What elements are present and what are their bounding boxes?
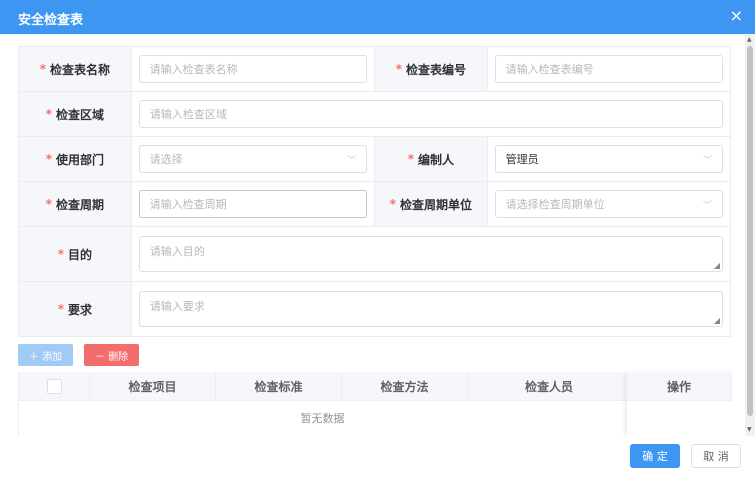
chevron-down-icon: ﹀ xyxy=(702,200,712,211)
scrollbar[interactable]: ▲ ▼ xyxy=(745,34,755,436)
dialog-header: 安全检查表 × xyxy=(0,0,755,34)
empty-text: 暂无数据 xyxy=(300,412,345,425)
period-input[interactable]: 请输入检查周期 xyxy=(138,190,367,218)
confirm-button[interactable]: 确 定 xyxy=(630,444,680,468)
form-row: * 要求 请输入要求 ◢ xyxy=(19,282,731,337)
action-column: 操作 xyxy=(626,372,732,436)
author-select[interactable]: 管理员 ﹀ xyxy=(494,145,723,173)
field-label: * 目的 xyxy=(19,227,132,281)
column-header: 检查项目 xyxy=(90,372,216,400)
table-header: 检查项目 检查标准 检查方法 检查人员 xyxy=(19,372,731,401)
field-label: * 检查表名称 xyxy=(19,47,132,91)
form-row: * 检查区域 请输入检查区域 xyxy=(19,92,731,137)
unit-select[interactable]: 请选择检查周期单位 ﹀ xyxy=(494,190,723,218)
field-label: * 检查表编号 xyxy=(375,47,488,91)
column-header: 检查标准 xyxy=(216,372,342,400)
purpose-textarea[interactable]: 请输入目的 ◢ xyxy=(138,236,723,272)
dialog-body: * 检查表名称 请输入检查表名称 * 检查表编号 请输入检查表编号 * 检查区域 请输… xyxy=(8,34,745,436)
delete-button[interactable]: － 删除 xyxy=(84,344,139,366)
field-label: * 检查周期 xyxy=(19,182,132,226)
dept-select[interactable]: 请选择 ﹀ xyxy=(138,145,367,173)
requirement-textarea[interactable]: 请输入要求 ◢ xyxy=(138,291,723,327)
dialog: 安全检查表 × * 检查表名称 请输入检查表名称 * 检查表编号 请输入检查表编号 … xyxy=(0,0,755,480)
dialog-footer: 确 定 取 消 xyxy=(0,436,755,480)
column-header: 检查人员 xyxy=(468,372,631,400)
column-header: 检查方法 xyxy=(342,372,468,400)
cancel-button[interactable]: 取 消 xyxy=(691,444,741,468)
add-button[interactable]: ＋ 添加 xyxy=(18,344,73,366)
resize-handle-icon[interactable]: ◢ xyxy=(714,316,720,325)
scrollbar-thumb[interactable] xyxy=(747,46,753,416)
close-icon[interactable]: × xyxy=(730,6,743,25)
field-label: * 使用部门 xyxy=(19,137,132,181)
field-label: * 要求 xyxy=(19,282,132,336)
name-input[interactable]: 请输入检查表名称 xyxy=(138,55,367,83)
scroll-down-icon[interactable]: ▼ xyxy=(747,426,752,433)
area-input[interactable]: 请输入检查区域 xyxy=(138,100,723,128)
code-input[interactable]: 请输入检查表编号 xyxy=(494,55,723,83)
chevron-down-icon: ﹀ xyxy=(346,155,356,166)
form-row: * 使用部门 请选择 ﹀ * 编制人 管理员 ﹀ xyxy=(19,137,731,182)
column-header: 操作 xyxy=(627,372,732,401)
field-label: * 检查周期单位 xyxy=(375,182,488,226)
scroll-up-icon[interactable]: ▲ xyxy=(747,36,752,43)
resize-handle-icon[interactable]: ◢ xyxy=(714,261,720,270)
form-table: * 检查表名称 请输入检查表名称 * 检查表编号 请输入检查表编号 * 检查区域 请输… xyxy=(18,46,731,337)
dialog-title: 安全检查表 xyxy=(18,13,84,28)
form-row: * 检查表名称 请输入检查表名称 * 检查表编号 请输入检查表编号 xyxy=(19,47,731,92)
form-row: * 检查周期 请输入检查周期 * 检查周期单位 请选择检查周期单位 ﹀ xyxy=(19,182,731,227)
field-label: * 检查区域 xyxy=(19,92,132,136)
field-label: * 编制人 xyxy=(375,137,488,181)
select-all-checkbox[interactable] xyxy=(46,378,62,394)
chevron-down-icon: ﹀ xyxy=(702,155,712,166)
items-table: 检查项目 检查标准 检查方法 检查人员 暂无数据 操作 xyxy=(18,372,732,436)
form-row: * 目的 请输入目的 ◢ xyxy=(19,227,731,282)
